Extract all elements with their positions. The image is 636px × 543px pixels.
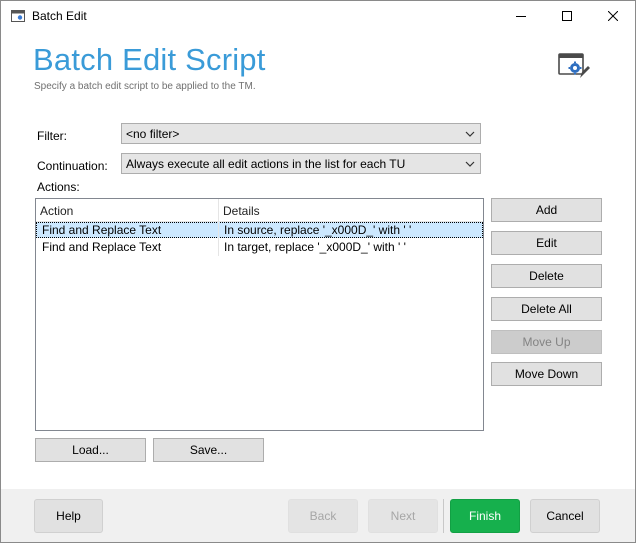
page-subtitle: Specify a batch edit script to be applie… (34, 81, 256, 92)
filter-value: <no filter> (126, 127, 180, 141)
save-button[interactable]: Save... (153, 438, 264, 462)
details-cell: In source, replace '_x000D_' with ' ' (224, 223, 412, 237)
row-separator (218, 222, 219, 256)
delete-all-button[interactable]: Delete All (491, 297, 602, 321)
filter-dropdown[interactable]: <no filter> (121, 123, 481, 144)
add-button-label: Add (535, 203, 558, 217)
batch-edit-window-gear-icon (558, 53, 590, 78)
list-item[interactable]: Find and Replace Text In source, replace… (36, 222, 483, 238)
action-cell: Find and Replace Text (42, 240, 162, 254)
delete-all-button-label: Delete All (521, 302, 572, 316)
next-button[interactable]: Next (368, 499, 438, 533)
back-button-label: Back (309, 509, 337, 523)
title-bar[interactable]: Batch Edit (1, 1, 635, 31)
actions-list-header: Action Details (36, 199, 483, 222)
filter-label: Filter: (37, 129, 67, 143)
column-header-action[interactable]: Action (40, 204, 73, 218)
actions-list[interactable]: Action Details Find and Replace Text In … (35, 198, 484, 431)
finish-button[interactable]: Finish (450, 499, 520, 533)
delete-button-label: Delete (529, 269, 564, 283)
footer-divider (443, 499, 444, 533)
cancel-button[interactable]: Cancel (530, 499, 600, 533)
help-button-label: Help (56, 509, 81, 523)
move-up-button-label: Move Up (522, 335, 571, 349)
move-down-button-label: Move Down (514, 367, 579, 381)
action-cell: Find and Replace Text (42, 223, 162, 237)
help-button[interactable]: Help (34, 499, 103, 533)
finish-button-label: Finish (468, 509, 501, 523)
edit-button-label: Edit (536, 236, 557, 250)
column-header-details[interactable]: Details (223, 204, 260, 218)
app-icon (11, 10, 25, 22)
move-down-button[interactable]: Move Down (491, 362, 602, 386)
cancel-button-label: Cancel (546, 509, 584, 523)
actions-label: Actions: (37, 180, 80, 194)
maximize-button[interactable] (544, 1, 590, 31)
minimize-icon (516, 16, 526, 17)
page-title: Batch Edit Script (33, 42, 266, 77)
details-cell: In target, replace '_x000D_' with ' ' (224, 240, 406, 254)
edit-button[interactable]: Edit (491, 231, 602, 255)
window-title: Batch Edit (32, 9, 87, 23)
list-item[interactable]: Find and Replace Text In target, replace… (36, 239, 483, 255)
batch-edit-window: Batch Edit Batch Edit Script Specify a b… (0, 0, 636, 543)
back-button[interactable]: Back (288, 499, 358, 533)
continuation-value: Always execute all edit actions in the l… (126, 157, 406, 171)
chevron-down-icon (465, 131, 475, 137)
load-button-label: Load... (72, 443, 109, 457)
minimize-button[interactable] (498, 1, 544, 31)
close-button[interactable] (590, 1, 635, 31)
add-button[interactable]: Add (491, 198, 602, 222)
load-button[interactable]: Load... (35, 438, 146, 462)
continuation-dropdown[interactable]: Always execute all edit actions in the l… (121, 153, 481, 174)
move-up-button[interactable]: Move Up (491, 330, 602, 354)
close-icon (608, 11, 618, 21)
delete-button[interactable]: Delete (491, 264, 602, 288)
save-button-label: Save... (189, 443, 228, 457)
column-separator[interactable] (218, 199, 219, 221)
next-button-label: Next (390, 509, 416, 523)
chevron-down-icon (465, 161, 475, 167)
continuation-label: Continuation: (37, 159, 108, 173)
maximize-icon (562, 11, 572, 21)
